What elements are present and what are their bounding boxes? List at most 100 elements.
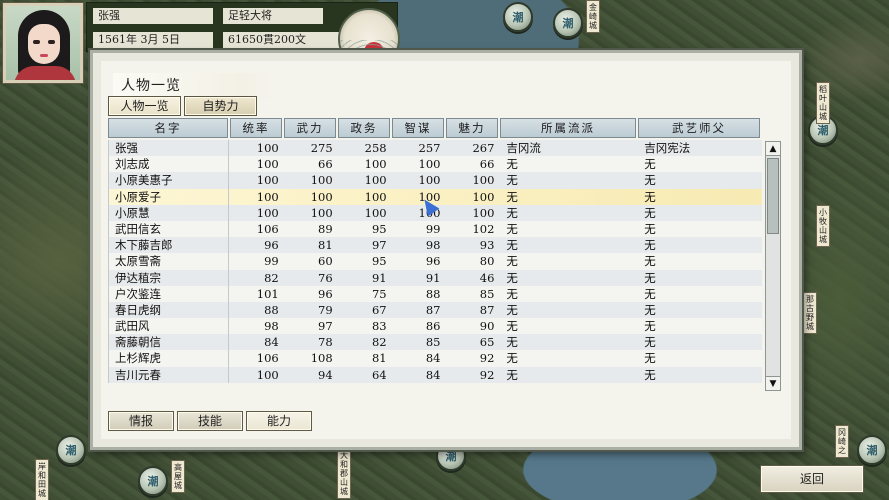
cell-charisma: 93	[479, 238, 495, 253]
table-row[interactable]: 上杉辉虎 106 108 81 84 92 无 无	[109, 350, 762, 367]
cell-intellect: 100	[418, 173, 441, 188]
cell-name: 武田信玄	[109, 220, 229, 238]
column-header-war[interactable]: 武力	[284, 118, 336, 138]
cell-politics: 81	[371, 351, 387, 366]
castle-label[interactable]: 大和郡山城	[337, 448, 351, 499]
cell-master: 无	[644, 351, 656, 366]
table-row[interactable]: 伊达稙宗 82 76 91 91 46 无 无	[109, 269, 762, 286]
table-row[interactable]: 春日虎纲 88 79 67 87 87 无 无	[109, 301, 762, 319]
cell-master: 无	[644, 367, 656, 382]
cell-master: 无	[644, 270, 656, 285]
cell-master: 无	[644, 335, 656, 350]
table-row[interactable]: 小原美惠子 100 100 100 100 100 无 无	[109, 172, 762, 189]
return-button[interactable]: 返回	[760, 465, 864, 493]
column-header-charisma[interactable]: 魅力	[446, 118, 498, 138]
cell-charisma: 90	[479, 319, 495, 334]
castle-label[interactable]: 金崎城	[586, 0, 600, 33]
cell-school: 无	[506, 302, 518, 317]
table-row[interactable]: 张强 100 275 258 257 267 吉冈流 吉冈宪法	[109, 140, 762, 157]
town-marker-icon[interactable]: 潮	[138, 466, 168, 496]
cell-command: 100	[256, 157, 279, 172]
cell-command: 101	[256, 286, 279, 301]
table-row[interactable]: 刘志成 100 66 100 100 66 无 无	[109, 156, 762, 173]
cell-command: 88	[264, 302, 279, 317]
table-scrollbar[interactable]: ▲ ▼	[765, 141, 781, 391]
castle-label[interactable]: 那古野城	[803, 292, 817, 334]
column-header-intellect[interactable]: 智谋	[392, 118, 444, 138]
cell-master: 无	[644, 319, 656, 334]
cell-politics: 67	[371, 302, 387, 317]
cell-charisma: 85	[479, 286, 495, 301]
table-row[interactable]: 木下藤吉郎 96 81 97 98 93 无 无	[109, 237, 762, 254]
town-marker-icon[interactable]: 潮	[553, 8, 583, 38]
column-header-politics[interactable]: 政务	[338, 118, 390, 138]
cell-war: 100	[310, 173, 333, 188]
tab-character-list[interactable]: 人物一览	[108, 96, 181, 116]
cell-school: 无	[506, 173, 518, 188]
tab-info[interactable]: 情报	[108, 411, 174, 431]
cell-command: 82	[264, 270, 279, 285]
cell-charisma: 87	[479, 302, 495, 317]
castle-label[interactable]: 稻叶山城	[816, 82, 830, 124]
castle-label[interactable]: 岸和田城	[35, 459, 49, 500]
cell-master: 无	[644, 173, 656, 188]
cell-intellect: 86	[425, 319, 441, 334]
cell-charisma: 65	[479, 335, 495, 350]
column-header-name[interactable]: 名字	[108, 118, 228, 138]
table-row[interactable]: 太原雪斋 99 60 95 96 80 无 无	[109, 253, 762, 270]
cell-master: 无	[644, 205, 656, 220]
cell-intellect: 257	[418, 141, 441, 155]
cell-master: 无	[644, 157, 656, 172]
cell-command: 106	[256, 351, 279, 366]
cell-war: 275	[310, 141, 333, 155]
cell-school: 无	[506, 221, 518, 236]
tab-ability[interactable]: 能力	[246, 411, 312, 431]
cell-master: 无	[644, 221, 656, 236]
cell-war: 94	[318, 367, 333, 382]
castle-label[interactable]: 高屋城	[171, 460, 185, 493]
castle-label[interactable]: 小牧山城	[816, 205, 830, 247]
table-row[interactable]: 武田信玄 106 89 95 99 102 无 无	[109, 220, 762, 238]
cell-command: 99	[264, 254, 279, 269]
cell-charisma: 100	[472, 205, 495, 220]
town-marker-icon[interactable]: 潮	[56, 435, 86, 465]
cell-charisma: 80	[479, 254, 495, 269]
cell-war: 78	[318, 335, 333, 350]
table-row[interactable]: 户次鉴连 101 96 75 88 85 无 无	[109, 285, 762, 302]
column-header-command[interactable]: 统率	[230, 118, 282, 138]
cell-school: 吉冈流	[506, 141, 541, 155]
character-table: 名字 统率 武力 政务 智谋 魅力 所属流派 武艺师父 张强 100 275 258 2…	[108, 118, 762, 383]
scroll-up-button[interactable]: ▲	[766, 142, 780, 156]
scroll-thumb[interactable]	[767, 158, 779, 234]
cell-school: 无	[506, 157, 518, 172]
cell-name: 小原美惠子	[109, 172, 229, 189]
table-row[interactable]: 斋藤朝信 84 78 82 85 65 无 无	[109, 334, 762, 351]
scroll-down-button[interactable]: ▼	[766, 376, 780, 390]
town-marker-icon[interactable]: 潮	[857, 435, 887, 465]
cell-master: 吉冈宪法	[644, 141, 691, 155]
column-header-school[interactable]: 所属流派	[500, 118, 636, 138]
player-portrait[interactable]	[2, 2, 84, 84]
cell-war: 81	[318, 238, 333, 253]
castle-label[interactable]: 冈崎之	[835, 425, 849, 458]
table-row[interactable]: 武田风 98 97 83 86 90 无 无	[109, 318, 762, 335]
cell-master: 无	[644, 189, 656, 204]
table-row[interactable]: 吉川元春 100 94 64 84 92 无 无	[109, 366, 762, 383]
cell-command: 100	[256, 173, 279, 188]
town-marker-icon[interactable]: 潮	[503, 2, 533, 32]
cell-politics: 64	[371, 367, 387, 382]
tab-skills[interactable]: 技能	[177, 411, 243, 431]
column-header-master[interactable]: 武艺师父	[638, 118, 760, 138]
cell-war: 79	[318, 302, 333, 317]
cell-command: 100	[256, 189, 279, 204]
cell-command: 100	[256, 205, 279, 220]
cell-intellect: 88	[425, 286, 441, 301]
cell-politics: 100	[364, 205, 387, 220]
cell-intellect: 84	[425, 367, 441, 382]
cell-command: 98	[264, 319, 279, 334]
cell-school: 无	[506, 270, 518, 285]
cell-charisma: 102	[472, 221, 495, 236]
tab-own-faction[interactable]: 自势力	[184, 96, 257, 116]
cell-name: 小原慧	[109, 204, 229, 221]
table-header: 名字 统率 武力 政务 智谋 魅力 所属流派 武艺师父	[108, 118, 762, 140]
